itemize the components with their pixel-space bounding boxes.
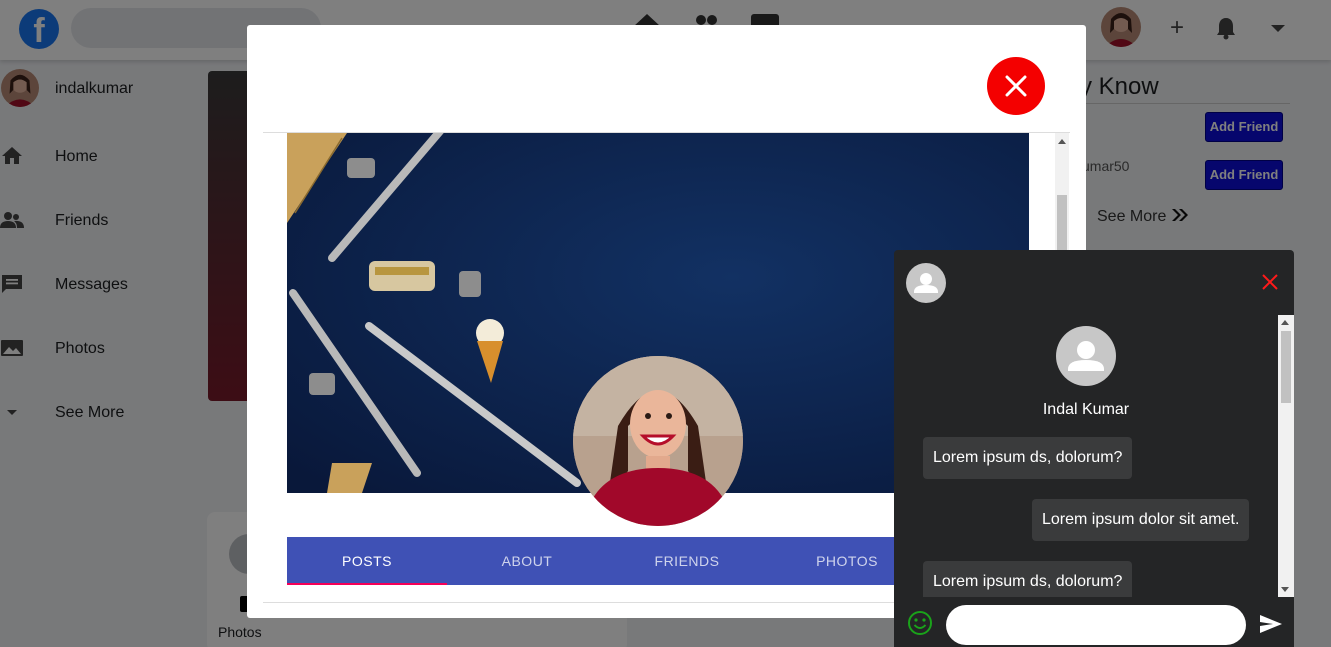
emoji-icon[interactable] [907,610,933,636]
scrollbar-thumb[interactable] [1281,331,1291,403]
message-bubble-received: Lorem ipsum ds, dolorum? [923,561,1133,597]
chat-scrollbar[interactable] [1278,315,1294,597]
tab-friends[interactable]: FRIENDS [607,537,767,585]
contact-name: Indal Kumar [1042,401,1130,418]
message-input[interactable] [946,605,1246,645]
close-icon[interactable] [1260,272,1280,292]
contact-avatar [1056,326,1116,386]
chat-messages: Indal Kumar Lorem ipsum ds, dolorum? Lor… [894,315,1278,597]
tab-about[interactable]: ABOUT [447,537,607,585]
send-icon[interactable] [1258,612,1284,636]
scroll-up-icon[interactable] [1058,139,1066,144]
active-tab-indicator [287,583,447,585]
message-bubble-sent: Lorem ipsum dolor sit amet. [1032,499,1250,541]
person-icon [914,273,938,293]
tab-label: PHOTOS [816,553,878,569]
profile-picture[interactable] [573,356,743,526]
message-bubble-received: Lorem ipsum ds, dolorum? [923,437,1133,479]
chat-window: Indal Kumar Lorem ipsum ds, dolorum? Lor… [894,250,1294,647]
scroll-down-icon[interactable] [1281,587,1289,592]
person-icon [1068,341,1104,371]
tab-label: ABOUT [501,553,553,569]
tab-label: FRIENDS [654,553,720,569]
close-button[interactable] [987,57,1045,115]
close-icon [1005,75,1027,97]
scroll-up-icon[interactable] [1281,320,1289,325]
tab-label: POSTS [342,553,392,569]
chat-avatar [906,263,946,303]
tab-posts[interactable]: POSTS [287,537,447,585]
